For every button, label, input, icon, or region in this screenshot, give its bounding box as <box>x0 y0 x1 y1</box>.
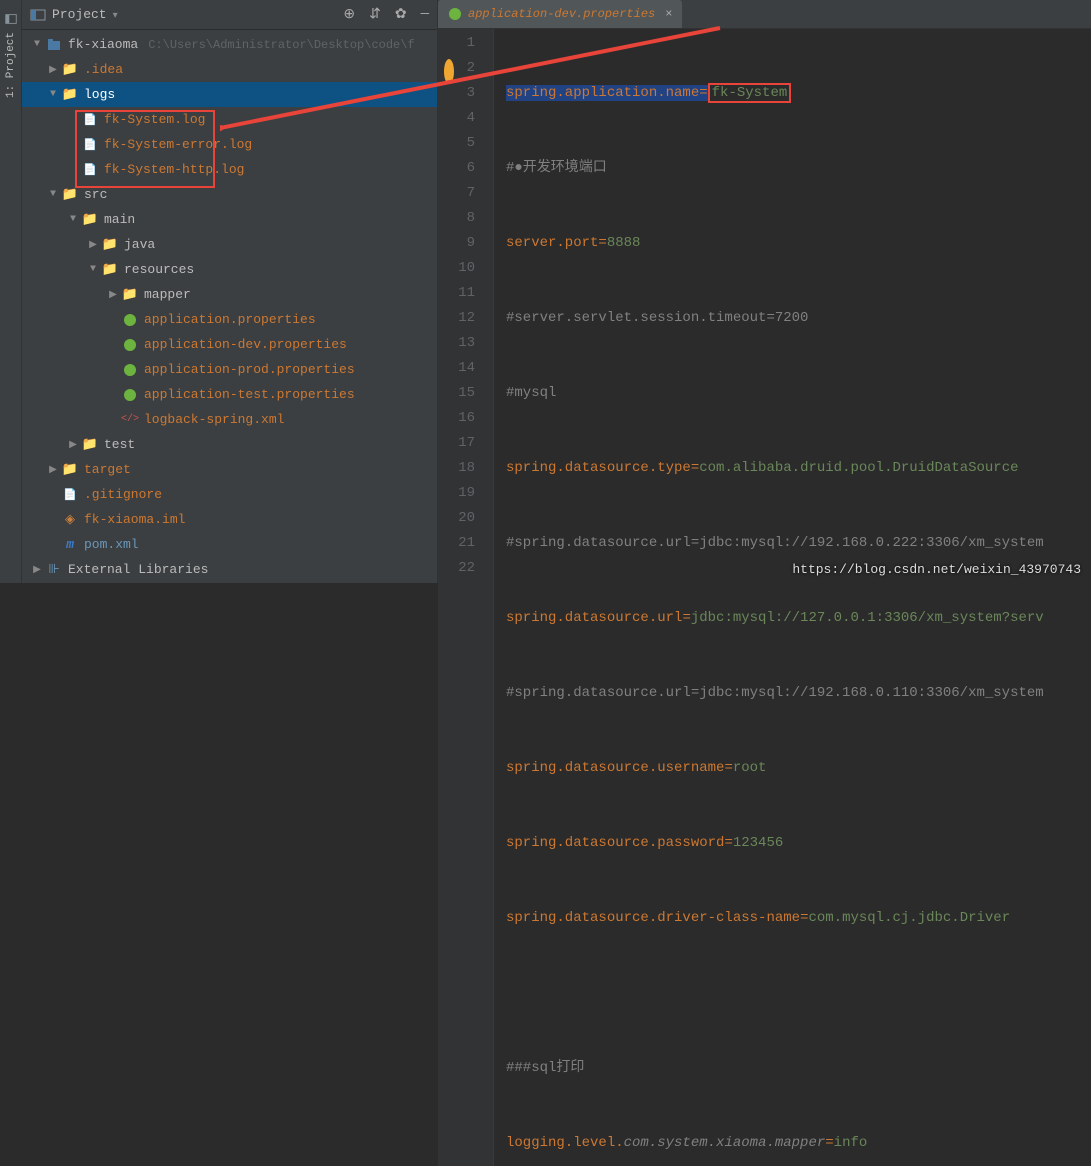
tree-iml[interactable]: ▶◈ fk-xiaoma.iml <box>22 507 437 532</box>
code-editor[interactable]: 12345678910111213141516171819202122 spri… <box>438 29 1091 1166</box>
tree-test[interactable]: ▶📁 test <box>22 432 437 457</box>
tree-ext-lib[interactable]: ▶⊪ External Libraries <box>22 557 437 582</box>
project-tool-icon <box>4 12 18 26</box>
tree-java[interactable]: ▶📁 java <box>22 232 437 257</box>
tree-app-props[interactable]: ▶ application.properties <box>22 307 437 332</box>
xml-icon: </> <box>122 412 138 428</box>
watermark: https://blog.csdn.net/weixin_43970743 <box>792 562 1081 577</box>
tool-window-bar[interactable]: 1: Project <box>0 0 22 583</box>
folder-icon: 📁 <box>122 287 138 303</box>
project-panel: Project▾ ⊕ ⇵ ✿ — ▼ fk-xiaoma C:\Users\Ad… <box>22 0 438 583</box>
tree-app-dev[interactable]: ▶ application-dev.properties <box>22 332 437 357</box>
spring-props-icon <box>122 387 138 403</box>
project-icon <box>30 7 46 23</box>
project-tool-label[interactable]: 1: Project <box>5 32 17 98</box>
maven-icon: m <box>62 537 78 553</box>
code-area[interactable]: spring.application.name=fk-System #●开发环境… <box>494 29 1091 1166</box>
spring-props-icon <box>122 312 138 328</box>
tree-src[interactable]: ▼📁 src <box>22 182 437 207</box>
panel-header: Project▾ ⊕ ⇵ ✿ — <box>22 0 437 30</box>
close-icon[interactable]: × <box>665 7 672 21</box>
folder-icon: 📁 <box>82 212 98 228</box>
tree-log3[interactable]: ▶📄 fk-System-http.log <box>22 157 437 182</box>
tree-resources[interactable]: ▼📁 resources <box>22 257 437 282</box>
hide-icon[interactable]: — <box>421 6 429 23</box>
tree-pom[interactable]: ▶m pom.xml <box>22 532 437 557</box>
tree-log1[interactable]: ▶📄 fk-System.log <box>22 107 437 132</box>
module-icon <box>46 37 62 53</box>
tree-target[interactable]: ▶📁 target <box>22 457 437 482</box>
editor-tabs: application-dev.properties × <box>438 0 1091 29</box>
locate-icon[interactable]: ⊕ <box>343 6 355 23</box>
source-folder-icon: 📁 <box>102 237 118 253</box>
folder-icon: 📁 <box>82 437 98 453</box>
panel-title[interactable]: Project▾ <box>52 7 118 22</box>
spring-props-icon <box>122 337 138 353</box>
tree-gitignore[interactable]: ▶📄 .gitignore <box>22 482 437 507</box>
tree-logs[interactable]: ▼📁 logs <box>22 82 437 107</box>
gutter-marker-icon <box>444 59 454 84</box>
spring-props-icon <box>448 7 462 21</box>
tree-logback[interactable]: ▶</> logback-spring.xml <box>22 407 437 432</box>
tree-root[interactable]: ▼ fk-xiaoma C:\Users\Administrator\Deskt… <box>22 32 437 57</box>
folder-icon: 📁 <box>62 62 78 78</box>
panel-tools: ⊕ ⇵ ✿ — <box>343 6 429 23</box>
project-tree[interactable]: ▼ fk-xiaoma C:\Users\Administrator\Deskt… <box>22 30 437 583</box>
tree-app-prod[interactable]: ▶ application-prod.properties <box>22 357 437 382</box>
tree-app-test[interactable]: ▶ application-test.properties <box>22 382 437 407</box>
tree-mapper[interactable]: ▶📁 mapper <box>22 282 437 307</box>
tree-main[interactable]: ▼📁 main <box>22 207 437 232</box>
editor-panel: application-dev.properties × 12345678910… <box>438 0 1091 583</box>
file-icon: 📄 <box>62 487 78 503</box>
idea-file-icon: ◈ <box>62 512 78 528</box>
tree-idea[interactable]: ▶📁 .idea <box>22 57 437 82</box>
editor-tab[interactable]: application-dev.properties × <box>438 0 682 28</box>
file-icon: 📄 <box>82 137 98 153</box>
tree-log2[interactable]: ▶📄 fk-System-error.log <box>22 132 437 157</box>
gear-icon[interactable]: ✿ <box>395 6 407 23</box>
file-icon: 📄 <box>82 162 98 178</box>
folder-icon: 📁 <box>62 187 78 203</box>
library-icon: ⊪ <box>46 562 62 578</box>
resource-folder-icon: 📁 <box>102 262 118 278</box>
target-folder-icon: 📁 <box>62 462 78 478</box>
chevron-down-icon: ▾ <box>113 11 118 22</box>
collapse-icon[interactable]: ⇵ <box>369 6 381 23</box>
folder-icon: 📁 <box>62 87 78 103</box>
line-gutter: 12345678910111213141516171819202122 <box>438 29 494 1166</box>
file-icon: 📄 <box>82 112 98 128</box>
spring-props-icon <box>122 362 138 378</box>
